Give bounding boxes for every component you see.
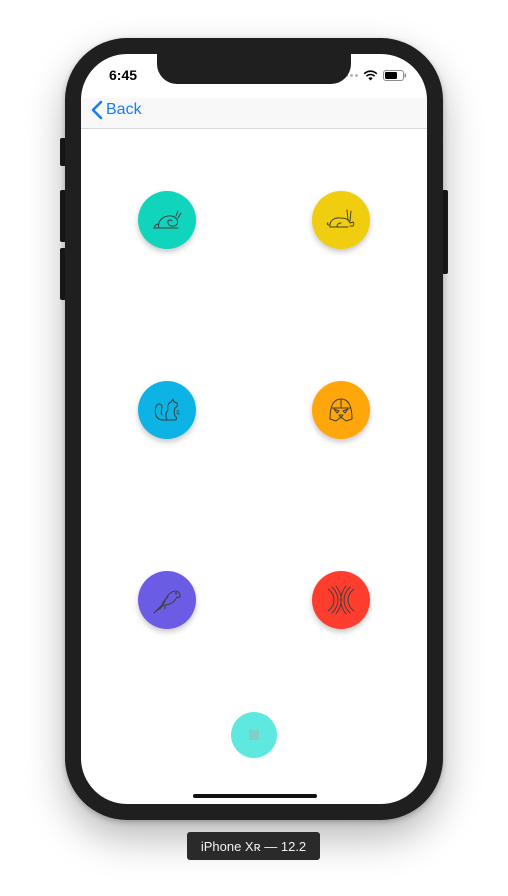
- wifi-icon: [363, 70, 378, 81]
- stop-button[interactable]: [231, 712, 277, 758]
- squirrel-button[interactable]: [138, 381, 196, 439]
- status-time: 6:45: [109, 67, 138, 83]
- status-indicators: [340, 70, 407, 81]
- device-notch: [157, 54, 351, 84]
- home-indicator[interactable]: [193, 794, 317, 798]
- darth-vader-button[interactable]: [312, 381, 370, 439]
- parrot-icon: [153, 590, 181, 614]
- back-button[interactable]: Back: [91, 100, 142, 120]
- device-screen: 6:45 Back: [81, 54, 427, 804]
- snail-button[interactable]: [138, 191, 196, 249]
- battery-icon: [383, 70, 407, 81]
- navigation-bar: Back: [81, 98, 427, 129]
- stop-icon: [249, 730, 259, 740]
- abstract-waves-icon: [327, 585, 355, 615]
- rabbit-button[interactable]: [312, 191, 370, 249]
- abstract-waves-button[interactable]: [312, 571, 370, 629]
- rabbit-icon: [326, 209, 355, 228]
- back-label: Back: [106, 101, 142, 118]
- simulator-window: 6:45 Back iPhone Xʀ — 12.2: [0, 0, 508, 896]
- device-label: iPhone Xʀ — 12.2: [187, 832, 320, 860]
- squirrel-icon: [154, 398, 180, 421]
- parrot-button[interactable]: [138, 571, 196, 629]
- darth-vader-icon: [329, 398, 353, 422]
- snail-icon: [153, 210, 182, 229]
- chevron-left-icon: [91, 100, 103, 120]
